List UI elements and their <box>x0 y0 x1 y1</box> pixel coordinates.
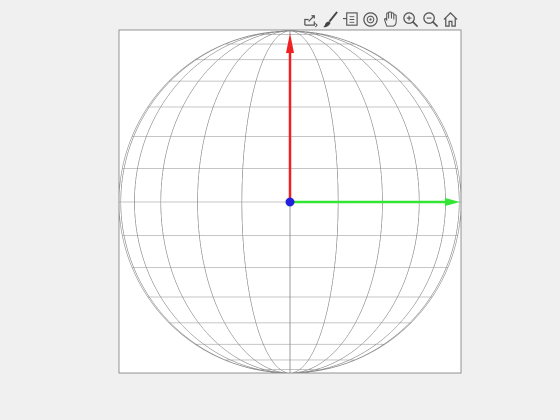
sphere-plot[interactable] <box>0 0 560 420</box>
origin-point <box>285 197 295 207</box>
